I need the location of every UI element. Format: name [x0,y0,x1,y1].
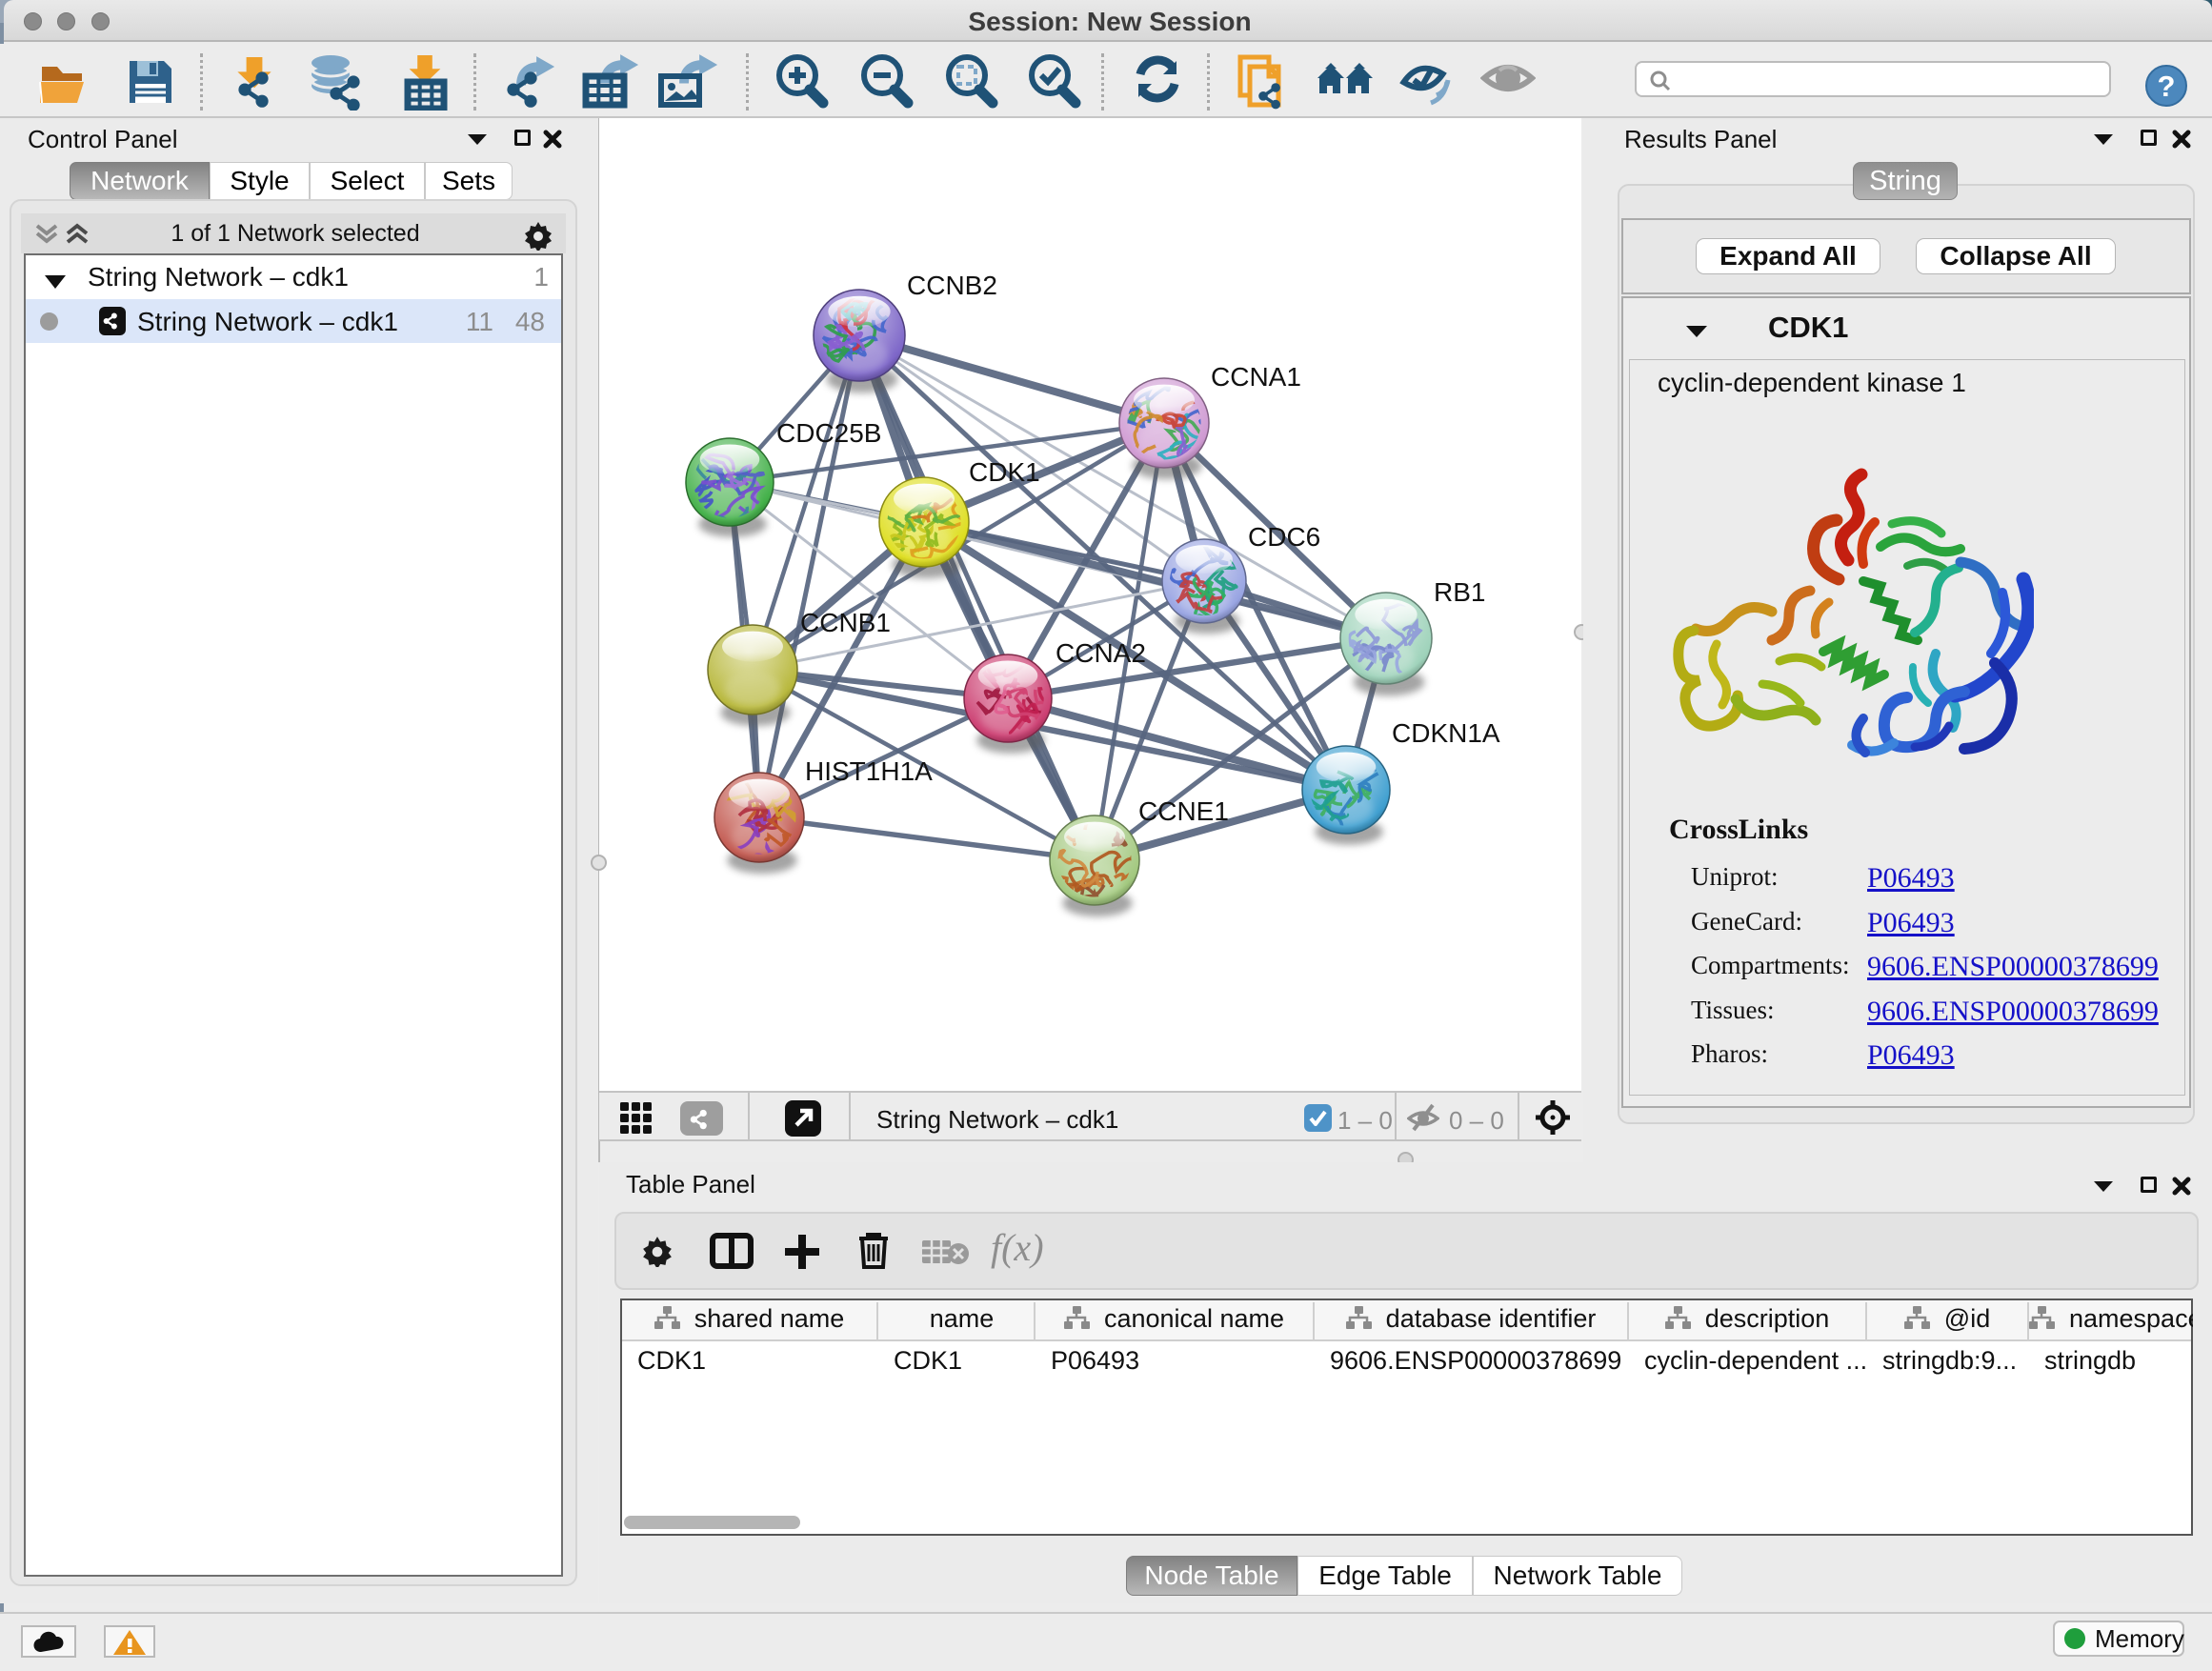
svg-text:CCNA2: CCNA2 [1056,638,1146,668]
svg-text:CDK1: CDK1 [969,457,1040,487]
svg-text:CDC25B: CDC25B [776,418,881,448]
svg-text:HIST1H1A: HIST1H1A [805,756,933,786]
svg-text:CCNB2: CCNB2 [907,271,997,300]
svg-text:CCNB1: CCNB1 [800,608,891,637]
svg-text:CDC6: CDC6 [1248,522,1320,552]
svg-text:RB1: RB1 [1434,577,1485,607]
svg-text:CCNA1: CCNA1 [1211,362,1301,392]
svg-text:CDKN1A: CDKN1A [1392,718,1500,748]
svg-text:CCNE1: CCNE1 [1138,796,1229,826]
